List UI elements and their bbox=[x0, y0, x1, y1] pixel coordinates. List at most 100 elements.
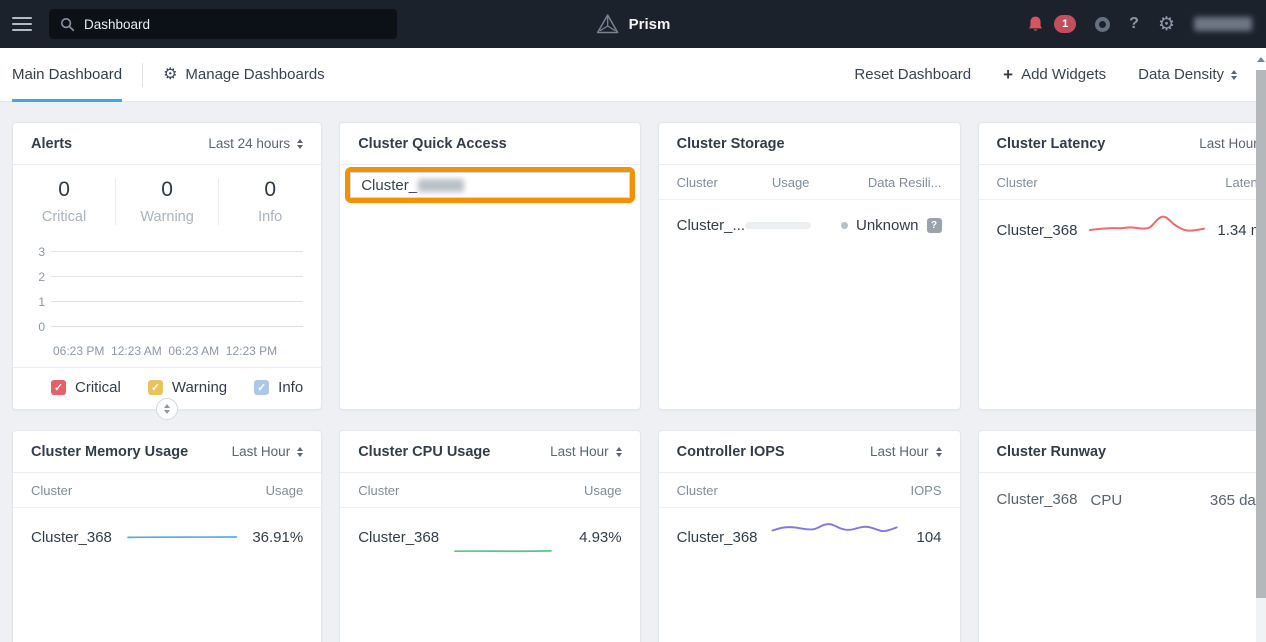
dashboard-toolbar: Main Dashboard ⚙ Manage Dashboards Reset… bbox=[0, 48, 1266, 102]
updown-caret-icon bbox=[936, 447, 942, 457]
alerts-title: Alerts bbox=[31, 136, 72, 152]
data-density-select[interactable]: Data Density bbox=[1138, 66, 1237, 83]
memory-table-header: Cluster Usage bbox=[13, 473, 321, 508]
notification-badge[interactable]: 1 bbox=[1054, 15, 1076, 33]
iops-range-value: Last Hour bbox=[870, 444, 929, 459]
cluster-link[interactable]: Cluster_... bbox=[677, 217, 745, 234]
iops-range-select[interactable]: Last Hour bbox=[870, 444, 942, 459]
cpu-range-select[interactable]: Last Hour bbox=[550, 444, 622, 459]
iops-sparkline bbox=[768, 513, 907, 539]
cluster-link[interactable]: Cluster_368 bbox=[677, 529, 758, 546]
critical-checkbox-icon[interactable]: ✓ bbox=[51, 380, 66, 395]
warning-label: Warning bbox=[116, 209, 218, 225]
active-tab-underline bbox=[12, 99, 122, 102]
cluster-link[interactable]: Cluster_368 bbox=[997, 222, 1078, 239]
search-box[interactable]: Dashboard bbox=[49, 9, 397, 39]
resiliency-help-icon[interactable]: ? bbox=[927, 218, 942, 233]
redacted-cluster-name bbox=[418, 179, 464, 192]
manage-gear-icon: ⚙ bbox=[163, 67, 177, 83]
info-checkbox-icon[interactable]: ✓ bbox=[254, 380, 269, 395]
col-cluster: Cluster bbox=[677, 483, 718, 498]
updown-caret-icon bbox=[164, 404, 170, 414]
critical-label: Critical bbox=[13, 209, 115, 225]
memory-range-value: Last Hour bbox=[232, 444, 291, 459]
quick-access-title: Cluster Quick Access bbox=[358, 136, 507, 152]
alerts-range-select[interactable]: Last 24 hours bbox=[208, 136, 303, 151]
help-icon[interactable]: ? bbox=[1129, 15, 1139, 33]
critical-legend-label: Critical bbox=[75, 379, 121, 396]
col-cluster: Cluster bbox=[677, 175, 772, 190]
brand-name: Prism bbox=[629, 16, 671, 33]
widget-cluster-memory-usage: Cluster Memory Usage Last Hour Cluster U… bbox=[12, 430, 322, 642]
cpu-table-header: Cluster Usage bbox=[340, 473, 639, 508]
col-usage: Usage bbox=[584, 483, 622, 498]
legend-warning-checkbox[interactable]: ✓ Warning bbox=[148, 379, 227, 396]
latency-table-header: Cluster Latency bbox=[979, 165, 1266, 200]
vertical-scrollbar[interactable] bbox=[1256, 48, 1266, 642]
tasks-circle-icon[interactable] bbox=[1095, 17, 1110, 32]
ytick: 2 bbox=[33, 270, 45, 284]
alerts-stats: 0 Critical 0 Warning 0 Info bbox=[13, 165, 321, 239]
widget-cluster-cpu-usage: Cluster CPU Usage Last Hour Cluster Usag… bbox=[339, 430, 640, 642]
latency-sparkline bbox=[1087, 209, 1207, 237]
memory-range-select[interactable]: Last Hour bbox=[232, 444, 304, 459]
widget-cluster-storage: Cluster Storage Cluster Usage Data Resil… bbox=[658, 122, 961, 410]
col-data-resiliency: Data Resili... bbox=[868, 175, 942, 190]
iops-table-header: Cluster IOPS bbox=[659, 473, 960, 508]
manage-dashboards-label: Manage Dashboards bbox=[185, 66, 324, 83]
warning-legend-label: Warning bbox=[172, 379, 227, 396]
iops-value: 104 bbox=[917, 529, 942, 546]
info-count: 0 bbox=[219, 178, 321, 202]
widget-cluster-runway: Cluster Runway Cluster_368 CPU 365 days bbox=[978, 430, 1266, 642]
runway-table-row: Cluster_368 CPU 365 days bbox=[979, 473, 1266, 527]
tab-main-dashboard[interactable]: Main Dashboard bbox=[12, 48, 122, 102]
col-usage: Usage bbox=[266, 483, 304, 498]
data-density-label: Data Density bbox=[1138, 66, 1224, 83]
user-menu[interactable] bbox=[1194, 17, 1252, 31]
scrollbar-thumb[interactable] bbox=[1256, 70, 1266, 598]
widget-alerts: Alerts Last 24 hours 0 Critical 0 Warnin… bbox=[12, 122, 322, 410]
top-app-bar: Dashboard Prism 1 ? ⚙ bbox=[0, 0, 1266, 48]
add-widgets-label: Add Widgets bbox=[1021, 66, 1106, 83]
cpu-title: Cluster CPU Usage bbox=[358, 444, 490, 460]
scroll-up-arrow[interactable] bbox=[1256, 48, 1266, 70]
memory-table-row: Cluster_368 36.91% bbox=[13, 508, 321, 566]
add-widgets-button[interactable]: + Add Widgets bbox=[1003, 65, 1106, 85]
updown-caret-icon bbox=[1231, 70, 1237, 80]
storage-title: Cluster Storage bbox=[677, 136, 785, 152]
warning-checkbox-icon[interactable]: ✓ bbox=[148, 380, 163, 395]
cluster-link[interactable]: Cluster_368 bbox=[358, 529, 439, 546]
runway-title: Cluster Runway bbox=[997, 444, 1107, 460]
highlighted-cluster-item[interactable]: Cluster_ bbox=[345, 167, 634, 203]
cpu-table-row: Cluster_368 4.93% bbox=[340, 508, 639, 566]
manage-dashboards-button[interactable]: ⚙ Manage Dashboards bbox=[163, 66, 325, 83]
resiliency-status: Unknown bbox=[856, 217, 919, 234]
settings-gear-icon[interactable]: ⚙ bbox=[1158, 15, 1175, 34]
ytick: 1 bbox=[33, 295, 45, 309]
widget-resize-handle[interactable] bbox=[156, 398, 178, 420]
latency-title: Cluster Latency bbox=[997, 136, 1106, 152]
dashboard-body: Alerts Last 24 hours 0 Critical 0 Warnin… bbox=[0, 102, 1266, 642]
cluster-link[interactable]: Cluster_368 bbox=[997, 489, 1081, 511]
widget-controller-iops: Controller IOPS Last Hour Cluster IOPS C… bbox=[658, 430, 961, 642]
col-iops: IOPS bbox=[910, 483, 941, 498]
ytick: 3 bbox=[33, 245, 45, 259]
widget-cluster-latency: Cluster Latency Last Hour Cluster Latenc… bbox=[978, 122, 1266, 410]
updown-caret-icon bbox=[616, 447, 622, 457]
search-input[interactable]: Dashboard bbox=[84, 17, 150, 32]
widget-cluster-quick-access: Cluster Quick Access Cluster_ bbox=[339, 122, 640, 410]
alerts-bell-icon[interactable] bbox=[1026, 15, 1045, 33]
stat-critical: 0 Critical bbox=[13, 178, 115, 225]
legend-critical-checkbox[interactable]: ✓ Critical bbox=[51, 379, 121, 396]
reset-dashboard-button[interactable]: Reset Dashboard bbox=[854, 66, 971, 83]
latency-range-value: Last Hour bbox=[1199, 136, 1258, 151]
cluster-link[interactable]: Cluster_ bbox=[361, 177, 417, 194]
search-icon bbox=[60, 17, 75, 32]
memory-title: Cluster Memory Usage bbox=[31, 444, 188, 460]
legend-info-checkbox[interactable]: ✓ Info bbox=[254, 379, 303, 396]
divider bbox=[142, 63, 143, 87]
cluster-link[interactable]: Cluster_368 bbox=[31, 529, 112, 546]
xtick: 06:23 AM bbox=[168, 344, 219, 358]
menu-icon[interactable] bbox=[12, 17, 32, 31]
reset-dashboard-label: Reset Dashboard bbox=[854, 66, 971, 83]
